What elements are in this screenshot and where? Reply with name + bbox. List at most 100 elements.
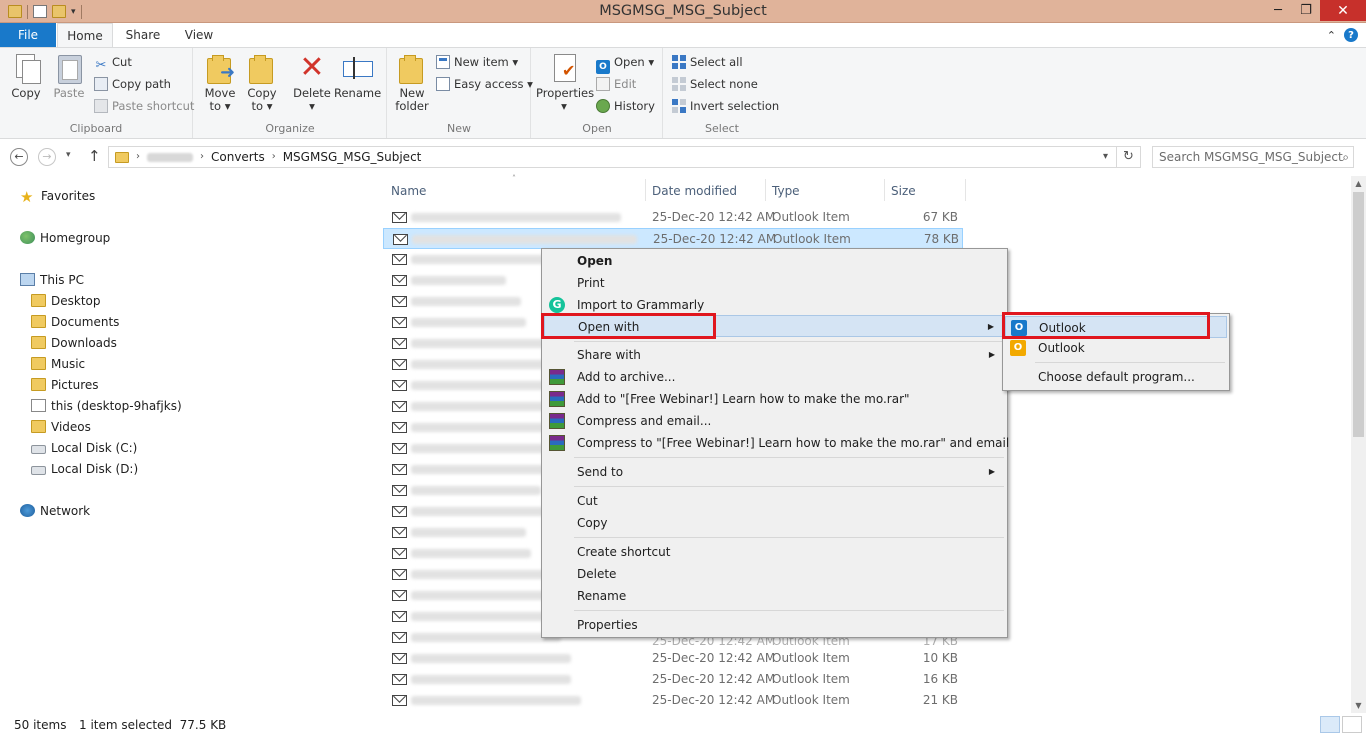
back-button[interactable]: ← <box>10 148 28 166</box>
restore-button[interactable]: ❐ <box>1292 0 1320 21</box>
menu-item-delete[interactable]: Delete <box>544 563 1005 585</box>
details-view-button[interactable] <box>1320 716 1340 733</box>
recent-locations-icon[interactable]: ▾ <box>66 150 71 160</box>
tab-file[interactable]: File <box>0 23 56 47</box>
column-header-date[interactable]: Date modified <box>652 181 737 201</box>
nav-local-disk-c[interactable]: Local Disk (C:) <box>31 438 137 458</box>
breadcrumb-converts[interactable]: Converts <box>211 147 265 167</box>
table-row[interactable]: 25-Dec-20 12:42 AM Outlook Item 16 KB <box>383 669 963 690</box>
column-divider[interactable] <box>765 179 766 201</box>
rename-button[interactable]: Rename <box>334 52 381 100</box>
menu-item-cut[interactable]: Cut <box>544 490 1005 512</box>
scissors-icon: ✂ <box>95 58 107 73</box>
star-icon: ★ <box>20 188 34 206</box>
submenu-item-choose-default[interactable]: Choose default program... <box>1005 366 1227 388</box>
forward-button[interactable]: → <box>38 148 56 166</box>
nav-documents[interactable]: Documents <box>31 312 119 332</box>
nav-desktop[interactable]: Desktop <box>31 291 101 311</box>
delete-button[interactable]: ✕ Delete ▾ <box>292 52 332 113</box>
menu-item-open[interactable]: Open <box>544 250 1005 272</box>
properties-button[interactable]: Properties ▾ <box>536 52 594 113</box>
blurred-file-name <box>411 276 506 285</box>
paste-shortcut-button[interactable]: Paste shortcut <box>94 96 194 116</box>
mail-item-icon <box>392 464 407 475</box>
breadcrumb-current[interactable]: MSGMSG_MSG_Subject <box>283 147 422 167</box>
column-divider[interactable] <box>965 179 966 201</box>
help-icon[interactable]: ? <box>1344 28 1358 42</box>
vertical-scrollbar[interactable]: ▲ ▼ <box>1351 176 1366 713</box>
table-row[interactable]: 25-Dec-20 12:42 AM Outlook Item 67 KB <box>383 207 963 228</box>
collapse-ribbon-icon[interactable]: ⌃ <box>1327 29 1336 42</box>
copy-to-button[interactable]: Copy to ▾ <box>244 52 280 113</box>
nav-network[interactable]: Network <box>20 501 90 521</box>
scroll-down-icon[interactable]: ▼ <box>1351 698 1366 713</box>
nav-music[interactable]: Music <box>31 354 85 374</box>
address-bar[interactable]: › › Converts › MSGMSG_MSG_Subject ▾ ↻ <box>108 146 1141 168</box>
close-button[interactable]: ✕ <box>1320 0 1366 21</box>
menu-item-share-with[interactable]: Share with ▶ <box>544 344 1005 366</box>
nav-this-pc[interactable]: This PC <box>20 270 84 290</box>
copy-path-button[interactable]: Copy path <box>94 74 171 94</box>
blurred-file-name <box>411 213 621 222</box>
refresh-icon[interactable]: ↻ <box>1116 147 1140 167</box>
invert-selection-button[interactable]: Invert selection <box>672 96 779 116</box>
table-row[interactable]: 25-Dec-20 12:42 AM Outlook Item 21 KB <box>383 690 963 711</box>
column-header-type[interactable]: Type <box>772 181 800 201</box>
column-header-name[interactable]: Name <box>391 181 426 201</box>
menu-item-copy[interactable]: Copy <box>544 512 1005 534</box>
move-to-button[interactable]: ➜ Move to ▾ <box>202 52 238 113</box>
submenu-item-outlook-alt[interactable]: O Outlook <box>1005 337 1227 359</box>
menu-item-add-rar[interactable]: Add to "[Free Webinar!] Learn how to mak… <box>544 388 1005 410</box>
nav-homegroup[interactable]: Homegroup <box>20 228 110 248</box>
select-none-button[interactable]: Select none <box>672 74 758 94</box>
new-item-button[interactable]: New item ▾ <box>436 52 518 72</box>
menu-item-open-with[interactable]: Open with ▶ <box>544 315 1005 337</box>
menu-item-compress-rar-email[interactable]: Compress to "[Free Webinar!] Learn how t… <box>544 432 1009 454</box>
table-row[interactable]: 25-Dec-20 12:42 AM Outlook Item 78 KB <box>383 228 963 249</box>
new-folder-button[interactable]: New folder <box>394 52 430 113</box>
history-button[interactable]: History <box>596 96 655 116</box>
nav-favorites[interactable]: ★ Favorites <box>20 186 95 206</box>
scroll-up-icon[interactable]: ▲ <box>1351 176 1366 191</box>
menu-item-print[interactable]: Print <box>544 272 1005 294</box>
menu-item-create-shortcut[interactable]: Create shortcut <box>544 541 1005 563</box>
nav-label: this (desktop-9hafjks) <box>51 399 182 413</box>
column-header-size[interactable]: Size <box>891 181 916 201</box>
scroll-thumb[interactable] <box>1353 192 1364 437</box>
menu-label: Outlook <box>1039 321 1086 335</box>
open-button[interactable]: O Open ▾ <box>596 52 654 74</box>
cut-button[interactable]: ✂ Cut <box>94 52 132 73</box>
menu-item-send-to[interactable]: Send to ▶ <box>544 461 1005 483</box>
easy-access-button[interactable]: Easy access ▾ <box>436 74 533 94</box>
nav-this-desktop[interactable]: this (desktop-9hafjks) <box>31 396 182 416</box>
nav-local-disk-d[interactable]: Local Disk (D:) <box>31 459 138 479</box>
chevron-right-icon[interactable]: › <box>272 147 276 167</box>
paste-button[interactable]: Paste <box>50 52 88 100</box>
mail-item-icon <box>392 254 407 265</box>
nav-pictures[interactable]: Pictures <box>31 375 99 395</box>
menu-item-import-grammarly[interactable]: G Import to Grammarly <box>544 294 1005 316</box>
menu-item-rename[interactable]: Rename <box>544 585 1005 607</box>
menu-item-add-archive[interactable]: Add to archive... <box>544 366 1005 388</box>
submenu-item-outlook[interactable]: O Outlook <box>1005 316 1227 338</box>
menu-item-properties[interactable]: Properties <box>544 614 1005 636</box>
tab-home[interactable]: Home <box>57 23 113 48</box>
menu-item-compress-email[interactable]: Compress and email... <box>544 410 1005 432</box>
tab-share[interactable]: Share <box>115 23 171 47</box>
nav-downloads[interactable]: Downloads <box>31 333 117 353</box>
tab-view[interactable]: View <box>171 23 227 47</box>
edit-button[interactable]: Edit <box>596 74 636 94</box>
address-dropdown-icon[interactable]: ▾ <box>1103 147 1108 167</box>
copy-button[interactable]: Copy <box>6 52 46 100</box>
column-divider[interactable] <box>884 179 885 201</box>
search-input[interactable]: Search MSGMSG_MSG_Subject ⌕ <box>1152 146 1354 168</box>
minimize-button[interactable]: ─ <box>1264 0 1292 21</box>
select-all-button[interactable]: Select all <box>672 52 743 72</box>
blurred-crumb[interactable] <box>147 152 193 162</box>
up-button[interactable]: ↑ <box>88 147 101 165</box>
chevron-right-icon[interactable]: › <box>136 147 140 167</box>
large-icons-view-button[interactable] <box>1342 716 1362 733</box>
chevron-right-icon[interactable]: › <box>200 147 204 167</box>
nav-videos[interactable]: Videos <box>31 417 91 437</box>
column-divider[interactable] <box>645 179 646 201</box>
